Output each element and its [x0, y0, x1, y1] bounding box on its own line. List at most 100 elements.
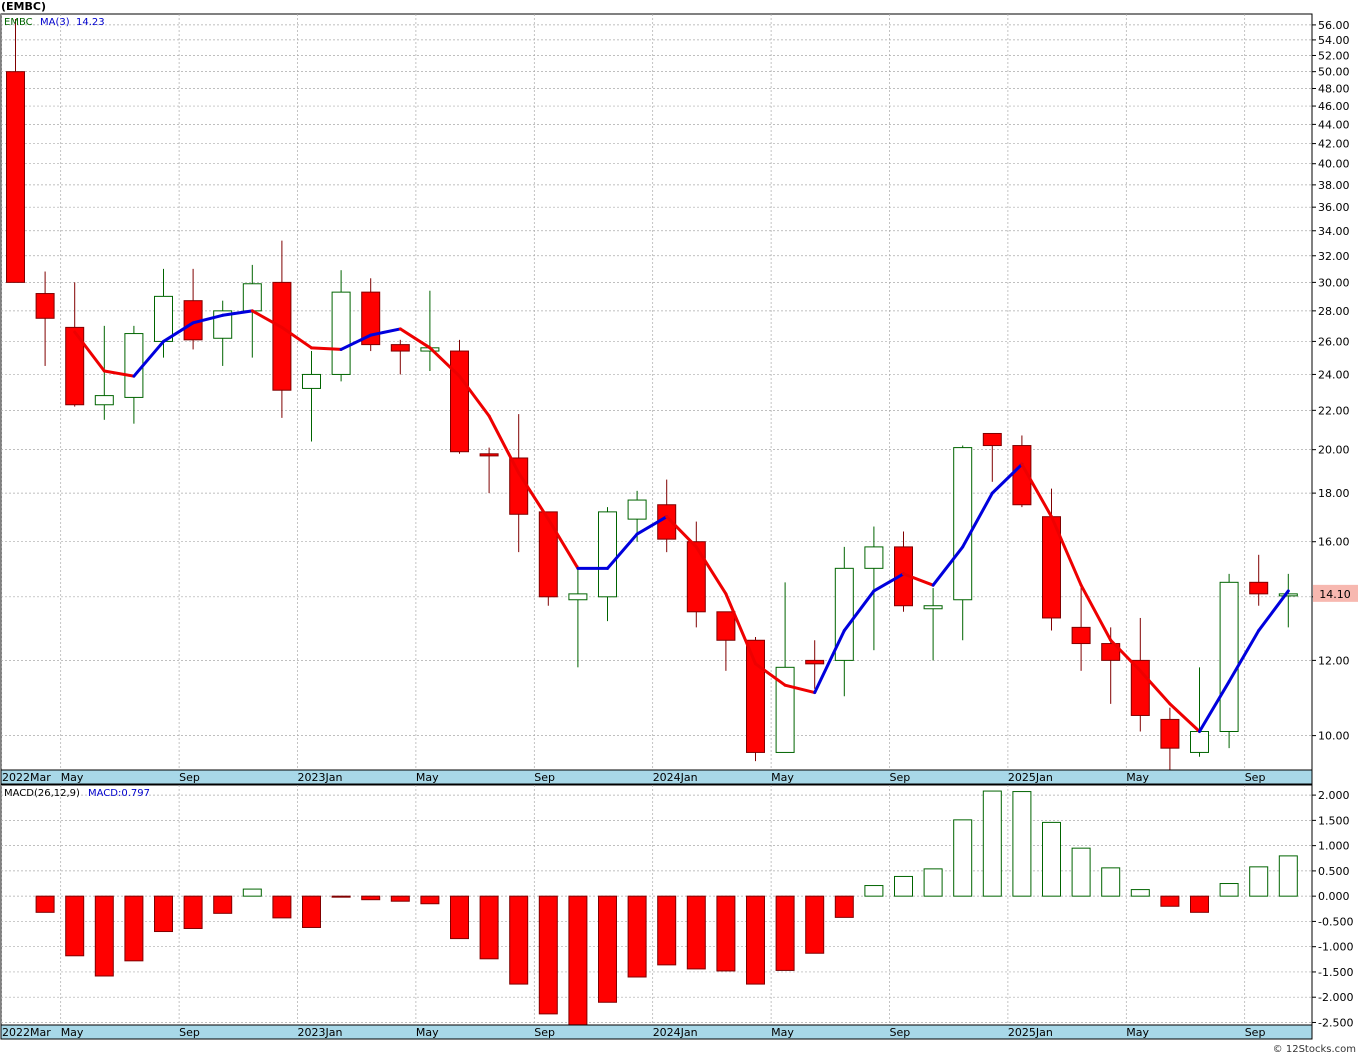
macd-y-tick-label: -2.500 — [1318, 1016, 1353, 1029]
price-x-tick-label: 2025Jan — [1008, 771, 1053, 784]
price-y-tick-label: 32.00 — [1318, 250, 1350, 263]
price-y-tick-label: 30.00 — [1318, 276, 1350, 289]
price-x-tick-label: Sep — [179, 771, 200, 784]
macd-bar — [479, 895, 499, 960]
price-x-tick-label: Sep — [890, 771, 911, 784]
macd-bar — [302, 895, 321, 928]
macd-panel: -2.500 -2.000 -1.500 -1.000 -0.500 0.000 0.500… — [0, 784, 1353, 1040]
candle-body — [302, 373, 321, 389]
candle-body — [94, 395, 114, 406]
last-price-label: 14.10 — [1319, 588, 1351, 601]
macd-bar — [65, 895, 85, 957]
candle-body — [864, 546, 884, 569]
macd-bar — [272, 895, 292, 919]
price-y-tick-label: 52.00 — [1318, 49, 1350, 62]
price-y-tick-label: 12.00 — [1318, 654, 1350, 667]
price-y-tick-label: 40.00 — [1318, 158, 1350, 171]
price-x-tick-label: Sep — [534, 771, 555, 784]
candle-body — [746, 639, 765, 753]
price-y-tick-label: 28.00 — [1318, 305, 1350, 318]
candle-body — [1278, 593, 1298, 597]
price-panel: 10.0012.0014.0016.0018.0020.0022.0024.00… — [0, 0, 1358, 785]
macd-x-tick-label: 2022Mar — [2, 1026, 51, 1039]
candle-body — [716, 611, 736, 641]
price-x-tick-label: 2022Mar — [2, 771, 51, 784]
ma3-segment — [310, 346, 343, 351]
price-y-tick-label: 42.00 — [1318, 138, 1350, 151]
macd-bar — [953, 819, 973, 897]
symbol-header: (EMBC) — [1, 0, 46, 13]
macd-bar — [746, 895, 765, 985]
macd-y-tick-label: 0.500 — [1318, 865, 1350, 878]
macd-bar — [213, 895, 233, 914]
candle-body — [686, 541, 706, 613]
macd-label: MACD(26,12,9) — [4, 788, 80, 799]
macd-bar — [538, 895, 558, 1015]
macd-bar — [154, 895, 173, 933]
candle-body — [390, 344, 410, 352]
candle-body — [568, 593, 588, 601]
macd-bar — [331, 895, 351, 898]
macd-bar — [1012, 791, 1032, 897]
macd-bar — [1249, 866, 1269, 897]
candle-body — [627, 499, 647, 520]
candle-body — [953, 447, 973, 601]
price-x-tick-label: 2023Jan — [298, 771, 343, 784]
macd-bar — [94, 895, 114, 977]
macd-y-tick-label: -2.000 — [1318, 991, 1353, 1004]
candle-body — [242, 283, 262, 312]
price-y-tick-label: 50.00 — [1318, 66, 1350, 79]
candle-body — [598, 511, 617, 598]
macd-bar — [1042, 821, 1061, 897]
macd-bar — [1071, 847, 1091, 897]
macd-bar — [1160, 895, 1180, 907]
macd-y-tick-label: 0.000 — [1318, 890, 1350, 903]
price-y-tick-label: 38.00 — [1318, 179, 1350, 192]
macd-x-tick-label: Sep — [179, 1026, 200, 1039]
candle-body — [154, 295, 173, 342]
candle-body — [1190, 730, 1209, 753]
macd-x-tick-label: Sep — [890, 1026, 911, 1039]
price-y-tick-label: 44.00 — [1318, 118, 1350, 131]
macd-y-tick-label: 2.000 — [1318, 789, 1350, 802]
price-x-tick-label: May — [416, 771, 439, 784]
candle-body — [124, 333, 144, 398]
candle-body — [1249, 581, 1269, 595]
macd-x-tick-label: Sep — [534, 1026, 555, 1039]
macd-bar — [657, 895, 677, 966]
macd-bar — [923, 868, 943, 897]
macd-bar — [716, 895, 736, 972]
price-y-tick-label: 26.00 — [1318, 335, 1350, 348]
price-x-tick-label: May — [61, 771, 84, 784]
price-y-tick-label: 48.00 — [1318, 82, 1350, 95]
macd-bar — [390, 895, 410, 902]
candle-body — [479, 453, 499, 457]
macd-y-tick-label: 1.500 — [1318, 814, 1350, 827]
price-y-tick-label: 54.00 — [1318, 34, 1350, 47]
price-y-tick-label: 22.00 — [1318, 404, 1350, 417]
macd-y-tick-label: 1.000 — [1318, 840, 1350, 853]
candle-body — [1071, 626, 1091, 645]
macd-bar — [598, 895, 617, 1003]
price-y-tick-label: 56.00 — [1318, 19, 1350, 32]
price-x-tick-label: Sep — [1245, 771, 1266, 784]
price-y-tick-label: 10.00 — [1318, 730, 1350, 743]
candle-body — [6, 71, 25, 283]
candle-body — [538, 511, 558, 598]
ticker-tag: EMBC — [4, 17, 33, 28]
macd-bar — [1278, 855, 1298, 897]
ma-value: 14.23 — [76, 17, 105, 28]
macd-bar — [35, 895, 55, 913]
price-y-tick-label: 18.00 — [1318, 487, 1350, 500]
price-y-tick-label: 16.00 — [1318, 536, 1350, 549]
macd-bar — [242, 888, 262, 897]
macd-bar — [834, 895, 854, 918]
macd-bar — [627, 895, 647, 978]
last-price-tag: 14.10 — [1313, 584, 1358, 602]
macd-bar — [450, 895, 469, 940]
price-y-tick-label: 46.00 — [1318, 100, 1350, 113]
candle-body — [1130, 659, 1150, 716]
macd-bar — [1219, 883, 1239, 897]
macd-bar — [864, 885, 884, 897]
macd-bar — [509, 895, 529, 985]
